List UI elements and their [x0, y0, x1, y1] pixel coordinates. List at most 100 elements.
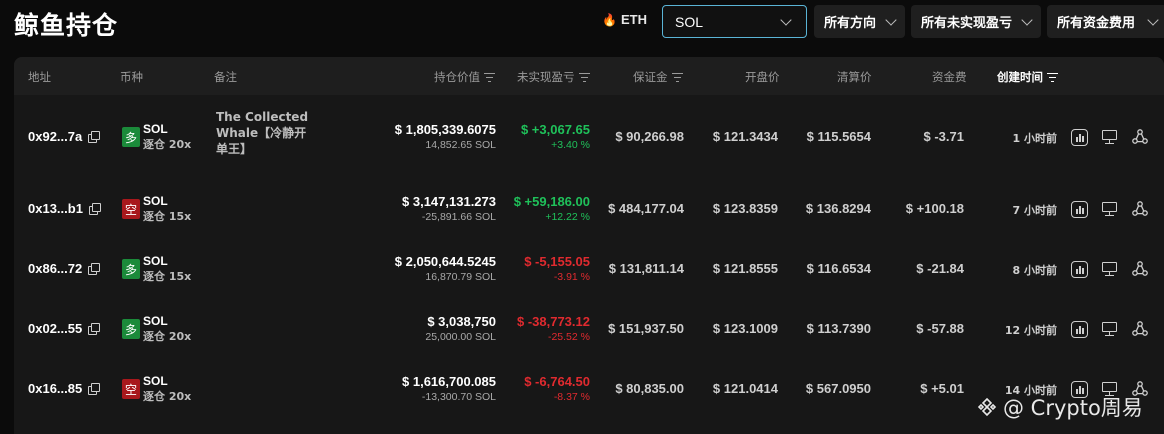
- address-text: 0x02...55: [28, 321, 83, 336]
- created-time: 1 小时前: [1012, 132, 1057, 145]
- coin-cell: SOL 逐仓 20x: [143, 122, 191, 152]
- margin-value: $ 131,811.14: [608, 261, 684, 276]
- binance-square-icon: [977, 397, 997, 417]
- created-time: 12 小时前: [1004, 324, 1057, 337]
- copy-icon[interactable]: [88, 203, 101, 215]
- watermark-text: @ Crypto周易: [1003, 396, 1143, 420]
- share-icon[interactable]: [1131, 128, 1148, 145]
- coin-name: SOL: [143, 254, 168, 268]
- share-icon[interactable]: [1131, 200, 1148, 217]
- whale-positions-table: 地址 币种 备注 持仓价值 未实现盈亏 保证金 开盘价 清算价 资金费 创建时间…: [14, 57, 1164, 434]
- pnl-value: $ +59,186.00: [513, 194, 590, 209]
- position-size: 16,870.79 SOL: [425, 271, 496, 283]
- address-cell[interactable]: 0x02...55: [28, 321, 101, 336]
- monitor-icon[interactable]: [1101, 129, 1118, 146]
- fire-icon: 🔥: [602, 12, 617, 27]
- coin-cell: SOL 逐仓 15x: [143, 254, 191, 284]
- col-margin-sort[interactable]: 保证金: [633, 69, 683, 85]
- coin-cell: SOL 逐仓 20x: [143, 374, 191, 404]
- position-value-cell: $ 3,038,750 25,000.00 SOL: [425, 314, 496, 343]
- margin-value: $ 151,937.50: [608, 321, 684, 336]
- entry-price: $ 121.8555: [712, 261, 778, 276]
- symbol-select[interactable]: SOL: [662, 5, 807, 38]
- funding-value: $ +5.01: [920, 381, 964, 396]
- col-created-sort[interactable]: 创建时间: [997, 69, 1058, 85]
- sort-icon: [671, 72, 683, 82]
- sort-icon: [1047, 72, 1058, 82]
- col-funding: 资金费: [932, 70, 967, 84]
- chart-icon[interactable]: [1071, 261, 1088, 278]
- direction-filter[interactable]: 所有方向: [814, 5, 905, 38]
- col-liq: 清算价: [837, 70, 872, 84]
- chart-icon[interactable]: [1071, 129, 1088, 146]
- col-entry: 开盘价: [745, 70, 780, 84]
- liq-price: $ 136.8294: [805, 201, 871, 216]
- liq-price: $ 116.6534: [806, 261, 871, 276]
- col-pnl: 未实现盈亏: [517, 70, 575, 84]
- address-text: 0x13...b1: [28, 201, 83, 216]
- pnl-percent: -3.91 %: [553, 271, 590, 283]
- coin-name: SOL: [143, 122, 168, 136]
- margin-value: $ 484,177.04: [608, 201, 684, 216]
- position-value: $ 3,038,750: [427, 314, 496, 329]
- monitor-icon[interactable]: [1101, 321, 1118, 338]
- side-badge: 多: [122, 319, 140, 339]
- chevron-down-icon: [780, 13, 792, 26]
- pnl-filter[interactable]: 所有未实现盈亏: [911, 5, 1041, 38]
- pnl-cell: $ +59,186.00 +12.22 %: [514, 194, 590, 223]
- pnl-value: $ -6,764.50: [524, 374, 590, 389]
- coin-leverage: 逐仓 20x: [143, 138, 192, 151]
- col-position-value-sort[interactable]: 持仓价值: [434, 69, 495, 85]
- direction-filter-value: 所有方向: [824, 16, 877, 31]
- position-size: 14,852.65 SOL: [425, 139, 496, 151]
- funding-filter-value: 所有资金费用: [1057, 16, 1136, 31]
- address-text: 0x92...7a: [28, 129, 83, 144]
- margin-value: $ 80,835.00: [615, 381, 684, 396]
- address-cell[interactable]: 0x92...7a: [28, 129, 101, 144]
- margin-value: $ 90,266.98: [615, 129, 684, 144]
- entry-price: $ 121.3434: [712, 129, 778, 144]
- pnl-percent: +3.40 %: [551, 139, 590, 151]
- monitor-icon[interactable]: [1101, 201, 1118, 218]
- symbol-select-value: SOL: [675, 13, 704, 30]
- coin-name: SOL: [143, 194, 168, 208]
- col-pnl-sort[interactable]: 未实现盈亏: [517, 69, 590, 85]
- address-cell[interactable]: 0x13...b1: [28, 201, 101, 216]
- pnl-percent: -8.37 %: [553, 391, 590, 403]
- side-badge: 空: [122, 379, 140, 399]
- address-cell[interactable]: 0x86...72: [28, 261, 101, 276]
- col-address: 地址: [28, 70, 51, 84]
- chevron-down-icon: [1147, 13, 1159, 26]
- address-text: 0x86...72: [28, 261, 83, 276]
- copy-icon[interactable]: [88, 383, 101, 395]
- address-text: 0x16...85: [28, 381, 83, 396]
- position-value-cell: $ 3,147,131.273 -25,891.66 SOL: [402, 194, 496, 223]
- pnl-percent: +12.22 %: [545, 211, 590, 223]
- chart-icon[interactable]: [1071, 321, 1088, 338]
- sort-icon: [484, 72, 495, 82]
- funding-filter[interactable]: 所有资金费用: [1047, 5, 1164, 38]
- table-header: 地址 币种 备注 持仓价值 未实现盈亏 保证金 开盘价 清算价 资金费 创建时间: [14, 57, 1164, 95]
- pnl-value: $ -5,155.05: [524, 254, 590, 269]
- share-icon[interactable]: [1131, 320, 1148, 337]
- coin-name: SOL: [143, 374, 168, 388]
- copy-icon[interactable]: [88, 263, 101, 275]
- position-size: -25,891.66 SOL: [421, 211, 496, 223]
- sort-icon: [578, 72, 590, 82]
- note-text: The Collected Whale【冷静开单王】: [216, 110, 309, 156]
- monitor-icon[interactable]: [1101, 261, 1118, 278]
- funding-value: $ +100.18: [905, 201, 964, 216]
- position-value: $ 2,050,644.5245: [394, 254, 496, 269]
- coin-leverage: 逐仓 15x: [143, 270, 192, 283]
- eth-chip[interactable]: 🔥 ETH: [602, 12, 647, 27]
- chevron-down-icon: [1021, 13, 1033, 26]
- copy-icon[interactable]: [88, 323, 101, 335]
- chart-icon[interactable]: [1071, 201, 1088, 218]
- coin-leverage: 逐仓 20x: [143, 390, 192, 403]
- copy-icon[interactable]: [88, 131, 101, 143]
- position-value: $ 3,147,131.273: [402, 194, 496, 209]
- pnl-cell: $ -6,764.50 -8.37 %: [524, 374, 590, 403]
- address-cell[interactable]: 0x16...85: [28, 381, 101, 396]
- created-time: 8 小时前: [1012, 264, 1057, 277]
- share-icon[interactable]: [1131, 260, 1148, 277]
